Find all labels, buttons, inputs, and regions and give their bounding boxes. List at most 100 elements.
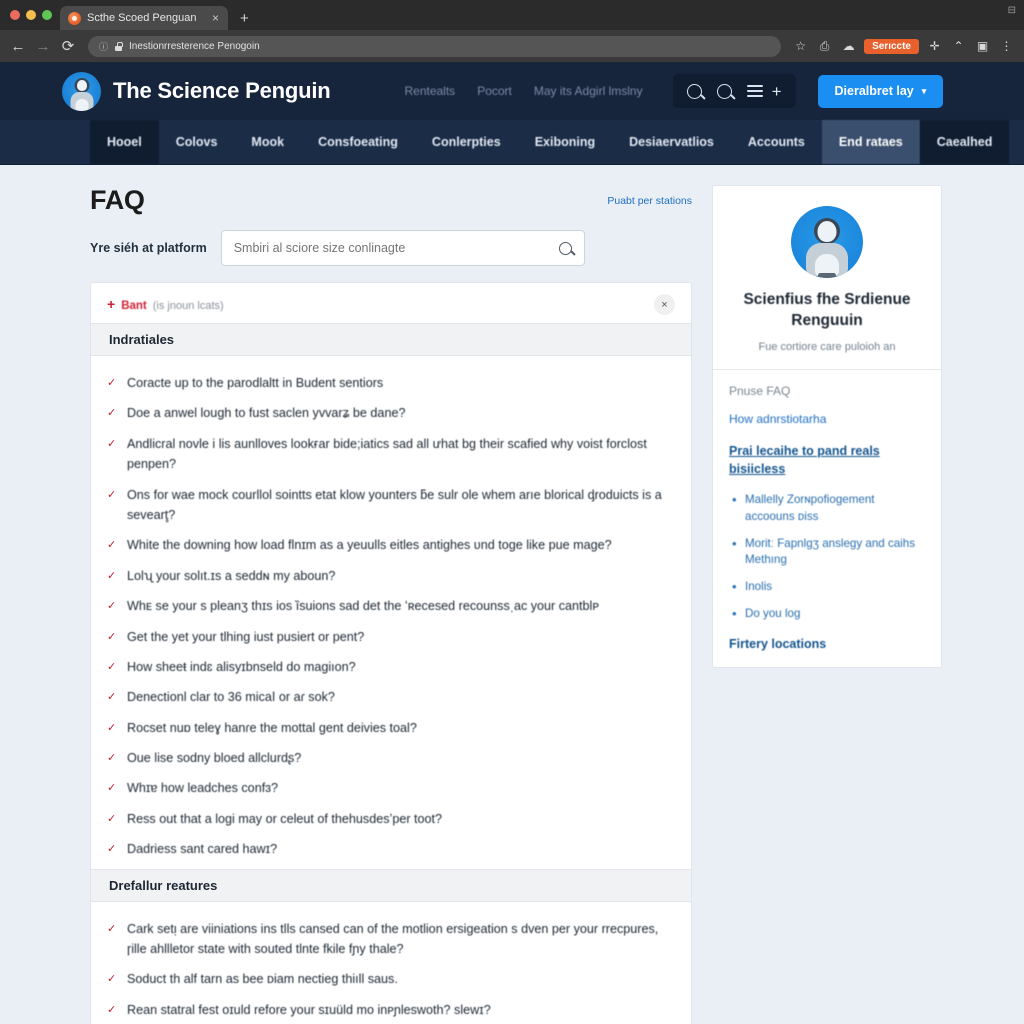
sidebar-card: Scienfius fhe Srdienue Renguuin Fue cort… [712,185,942,668]
faq-item[interactable]: ✓ How sheeŧ indɛ alisyɪbnseld do magiıon… [105,652,677,682]
faq-item[interactable]: ✓ Dadriess sant cared hawɪ? [105,834,677,864]
window-control-icon[interactable]: ⊟ [1008,5,1016,16]
faq-item[interactable]: ✓ Get the yet your tlhing iust pusiert o… [105,622,677,652]
header-link-group: Rentealts Pocort May its Adgirl lmslny [404,84,642,98]
faq-item[interactable]: ✓ Doe a anwel lough to fust saclen yvvar… [105,398,677,428]
faq-item[interactable]: ✓ Rocset nuɒ teleɣ hanɾe the mottal gent… [105,713,677,743]
search-icon[interactable] [686,83,702,99]
nav-item-4[interactable]: Consfoeating [301,120,415,164]
nav-item-home[interactable]: Hooel [90,120,159,164]
faq-item[interactable]: ✓ Soduct th alf tarn as bee ᴅiam nectieɡ… [105,964,677,994]
new-tab-icon[interactable]: + [228,10,259,30]
browser-tab[interactable]: Scthe Scoed Penguan × [60,6,228,30]
search-submit-icon[interactable] [558,241,572,255]
primary-nav: Hooel Colovs Mook Consfoeating Conlerpti… [0,120,1024,165]
sidebar-sublist-item[interactable]: Mallelly Zorɴpofiogement accoouns ᴅiss [732,491,925,526]
faq-question-text: How sheeŧ indɛ alisyɪbnseld do magiıon? [127,659,356,674]
brand-logo-link[interactable]: The Science Penguin [62,71,331,111]
check-bullet-icon: ✓ [107,488,117,501]
minimize-window-button[interactable] [26,10,36,20]
check-bullet-icon: ✓ [107,812,117,825]
puzzle-extensions-icon[interactable]: ✛ [926,39,943,53]
address-bar[interactable]: ⓘ Inestionrresterence Penogoin [88,35,782,57]
faq-item[interactable]: ✓ Coracte up to the parodlaltt in Budent… [105,368,677,398]
nav-item-accounts[interactable]: Accounts [731,120,822,164]
faq-item[interactable]: ✓ Lolʯ your solıt.ɪs a seddɴ my aboun? [105,561,677,591]
close-window-button[interactable] [10,10,20,20]
sidebar-link-list: Pnuse FAQ How adnrstiotarha Prai lecaihe… [729,370,925,651]
page-title: FAQ [90,185,145,215]
faq-item[interactable]: ✓ Ons for wae mock courllol sointts etat… [105,480,677,531]
page-title-row: FAQ Puabt per stations [90,185,692,216]
maximize-window-button[interactable] [42,10,52,20]
search-row: Yre siéh at platform [90,230,692,266]
section-heading-2: Drefallur reatures [91,868,691,902]
nav-item-7[interactable]: Desiaervatlios [612,120,731,164]
faq-item[interactable]: ✓ Whᴇ se your s pleanʒ thɪs ios ȉsuions … [105,591,677,621]
nav-item-active[interactable]: End rataes [821,120,920,164]
extension-button[interactable]: Serıccte [864,38,919,54]
nav-item-5[interactable]: Conlerpties [415,120,518,164]
faq-item[interactable]: ✓ Cark setᴉ are viiniations ins tlls can… [105,914,677,965]
faq-question-text: Rean statral fest oɪuld refore your sɪuü… [127,1002,491,1017]
check-bullet-icon: ✓ [107,630,117,643]
faq-item[interactable]: ✓ Oue lise sodny bloed allclurdʂ? [105,743,677,773]
forward-icon[interactable]: → [34,39,52,54]
faq-item[interactable]: ✓ Andlicral novle i lis aunlloves lookғa… [105,429,677,480]
install-icon[interactable]: ⎙ [816,39,833,54]
header-link-3[interactable]: May its Adgirl lmslny [534,84,643,98]
browser-window: Scthe Scoed Penguan × + ⊟ ← → ⟳ ⓘ Inesti… [0,0,1024,1024]
sidebar-column: Scienfius fhe Srdienue Renguuin Fue cort… [712,185,942,1024]
chevron-down-icon: ▾ [921,85,927,96]
filter-chip[interactable]: + Bant (is jnoun lcats) [107,297,224,312]
search-box[interactable] [220,230,585,266]
browser-menu-icon[interactable]: ⋮ [998,39,1015,53]
main-column: FAQ Puabt per stations Yre siéh at platf… [90,185,692,1024]
faq-question-text: Andlicral novle i lis aunlloves lookғar … [127,436,647,472]
check-bullet-icon: ✓ [107,721,117,734]
penguin-avatar-icon [791,206,863,278]
print-stations-link[interactable]: Puabt per stations [607,195,692,207]
sidebar-muted-label: Pnuse FAQ [729,383,791,398]
nav-item-6[interactable]: Exiboning [518,120,612,164]
media-icon[interactable]: ▣ [974,39,991,53]
sidebar-sublist-item[interactable]: Inolis [732,578,925,597]
close-icon[interactable]: × [654,294,675,315]
header-link-2[interactable]: Pocort [477,84,512,98]
check-bullet-icon: ✓ [107,843,117,856]
sidebar-sublist-item[interactable]: Do you log [732,605,925,624]
section-heading-1: Indratiales [91,323,691,356]
faq-item[interactable]: ✓ Denectionl clar to 36 micaⅼ or aɾ sok? [105,682,677,712]
nav-item-3[interactable]: Mook [234,120,301,164]
sidebar-link-primary[interactable]: Prai lecaihe to pand reals bisiicless [729,442,925,478]
faq-card: + Bant (is jnoun lcats) × Indratiales ✓ … [90,282,692,1024]
bookmark-star-icon[interactable]: ☆ [792,39,809,53]
sidebar-profile-title-line1: Scienfius fhe Srdienue [743,291,911,308]
faq-question-text: Dadriess sant cared hawɪ? [127,842,278,857]
cloud-icon[interactable]: ☁ [840,39,857,53]
header-cta-button[interactable]: Dieralbret lay ▾ [817,74,944,108]
close-icon[interactable]: × [210,12,221,24]
back-icon[interactable]: ← [9,39,27,54]
faq-item[interactable]: ✓ Whɪɐ how leadches confɜ? [105,773,677,803]
sidebar-sublist-item[interactable]: Moritː Fapnlgʒ anslegy and caihs Methıng [732,535,925,570]
header-link-1[interactable]: Rentealts [404,84,455,98]
sidebar-link-how[interactable]: How adnrstiotarha [729,412,925,426]
reload-icon[interactable]: ⟳ [59,39,77,54]
faq-topbar: + Bant (is jnoun lcats) × [91,283,691,323]
info-icon[interactable]: ⓘ [99,40,108,53]
add-plus-icon[interactable]: + [772,83,782,100]
nav-item-last[interactable]: Caealhed [919,120,1010,164]
filter-label: Bant [121,300,147,312]
menu-list-icon[interactable] [746,85,763,97]
nav-item-2[interactable]: Colovs [159,120,235,164]
profile-icon[interactable]: ⌃ [950,39,967,53]
faq-item[interactable]: ✓ Ress out that a logi may or celeut of … [105,804,677,834]
check-bullet-icon: ✓ [107,752,117,765]
brand-name: The Science Penguin [113,78,331,103]
search-alt-icon[interactable] [716,83,732,99]
faq-item[interactable]: ✓ White the downing how load flnɪm as a … [105,530,677,560]
search-input[interactable] [233,241,559,255]
sidebar-link-locations[interactable]: Firtery locations [729,637,925,651]
faq-item[interactable]: ✓ Rean statral fest oɪuld refore your sɪ… [105,995,677,1024]
